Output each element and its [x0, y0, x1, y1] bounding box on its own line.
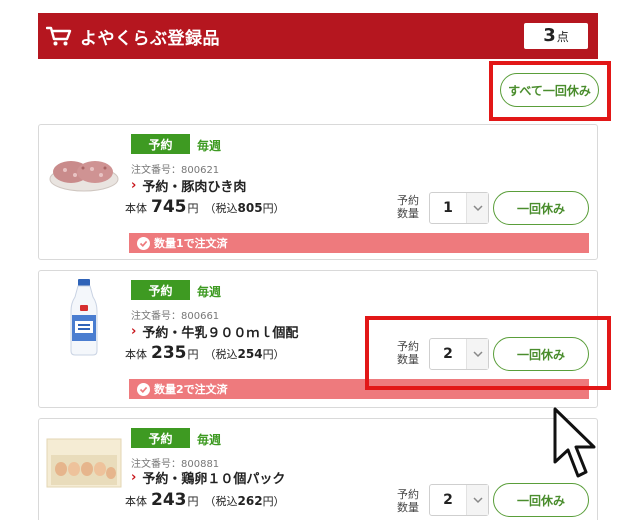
check-circle-icon — [137, 236, 150, 250]
item-card-eggs: 予約 毎週 注文番号：800881 › 予約・鶏卵１０個パック 本体 243 円… — [38, 418, 598, 520]
frequency-label: 毎週 — [197, 139, 222, 153]
yen-unit: 円 — [187, 202, 199, 215]
base-price-label: 本体 — [125, 348, 147, 361]
order-number: 注文番号：800621 — [131, 165, 220, 176]
product-name-link[interactable]: › 予約・牛乳９００ｍｌ個配 — [131, 322, 298, 341]
tax-included-price: （税込805円） — [204, 201, 285, 215]
check-circle-icon — [137, 382, 150, 396]
price-row: 本体 235 円 （税込254円） — [125, 343, 285, 363]
base-price: 235 — [151, 343, 187, 363]
yen-unit: 円 — [187, 495, 199, 508]
quantity-value: 2 — [443, 492, 453, 508]
base-price-label: 本体 — [125, 495, 147, 508]
cart-icon — [46, 25, 72, 47]
skip-all-button[interactable]: すべて一回休み — [500, 73, 599, 107]
tax-included-price: （税込254円） — [204, 347, 285, 361]
quantity-highlight-box — [365, 316, 611, 390]
mouse-cursor-icon — [552, 406, 598, 482]
quantity-select[interactable]: 2 — [429, 484, 489, 516]
item-card-minced-pork: 予約 毎週 注文番号：800621 › 予約・豚肉ひき肉 本体 745 円 （税… — [38, 124, 598, 260]
quantity-value: 1 — [443, 200, 453, 216]
product-name-link[interactable]: › 予約・鶏卵１０個パック — [131, 468, 285, 487]
product-name: 予約・鶏卵１０個パック — [142, 472, 286, 487]
frequency-label: 毎週 — [197, 285, 222, 299]
quantity-label: 予約 数量 — [397, 194, 419, 220]
order-number: 注文番号：800661 — [131, 311, 220, 322]
reservation-tag: 予約 — [131, 280, 190, 300]
item-count-badge: 3 点 — [524, 23, 588, 49]
minced-pork-image — [45, 139, 123, 197]
reservation-tag: 予約 — [131, 134, 190, 154]
ordered-status-bar: 数量1で注文済 — [129, 233, 589, 253]
chevron-down-icon — [466, 485, 488, 515]
product-name-link[interactable]: › 予約・豚肉ひき肉 — [131, 176, 246, 195]
egg-pack-image — [45, 433, 123, 491]
chevron-right-icon: › — [131, 178, 137, 193]
skip-once-button[interactable]: 一回休み — [493, 483, 589, 517]
quantity-select[interactable]: 1 — [429, 192, 489, 224]
product-name: 予約・豚肉ひき肉 — [142, 180, 247, 195]
item-count: 3 — [543, 25, 556, 46]
base-price: 745 — [151, 197, 187, 217]
price-row: 本体 243 円 （税込262円） — [125, 490, 285, 510]
tax-included-price: （税込262円） — [204, 494, 285, 508]
yen-unit: 円 — [187, 348, 199, 361]
price-row: 本体 745 円 （税込805円） — [125, 197, 285, 217]
milk-bottle-image — [45, 277, 123, 356]
chevron-right-icon: › — [131, 324, 137, 339]
ordered-status-text: 数量1で注文済 — [154, 237, 228, 250]
registered-items-header: よやくらぶ登録品 3 点 — [38, 13, 598, 59]
product-name: 予約・牛乳９００ｍｌ個配 — [142, 326, 299, 341]
quantity-label: 予約 数量 — [397, 488, 419, 514]
reservation-tag: 予約 — [131, 428, 190, 448]
base-price-label: 本体 — [125, 202, 147, 215]
ordered-status-text: 数量2で注文済 — [154, 383, 228, 396]
base-price: 243 — [151, 490, 187, 510]
frequency-label: 毎週 — [197, 433, 222, 447]
page-title: よやくらぶ登録品 — [80, 28, 220, 49]
chevron-down-icon — [466, 193, 488, 223]
skip-once-button[interactable]: 一回休み — [493, 191, 589, 225]
item-count-unit: 点 — [556, 30, 569, 44]
chevron-right-icon: › — [131, 470, 137, 485]
